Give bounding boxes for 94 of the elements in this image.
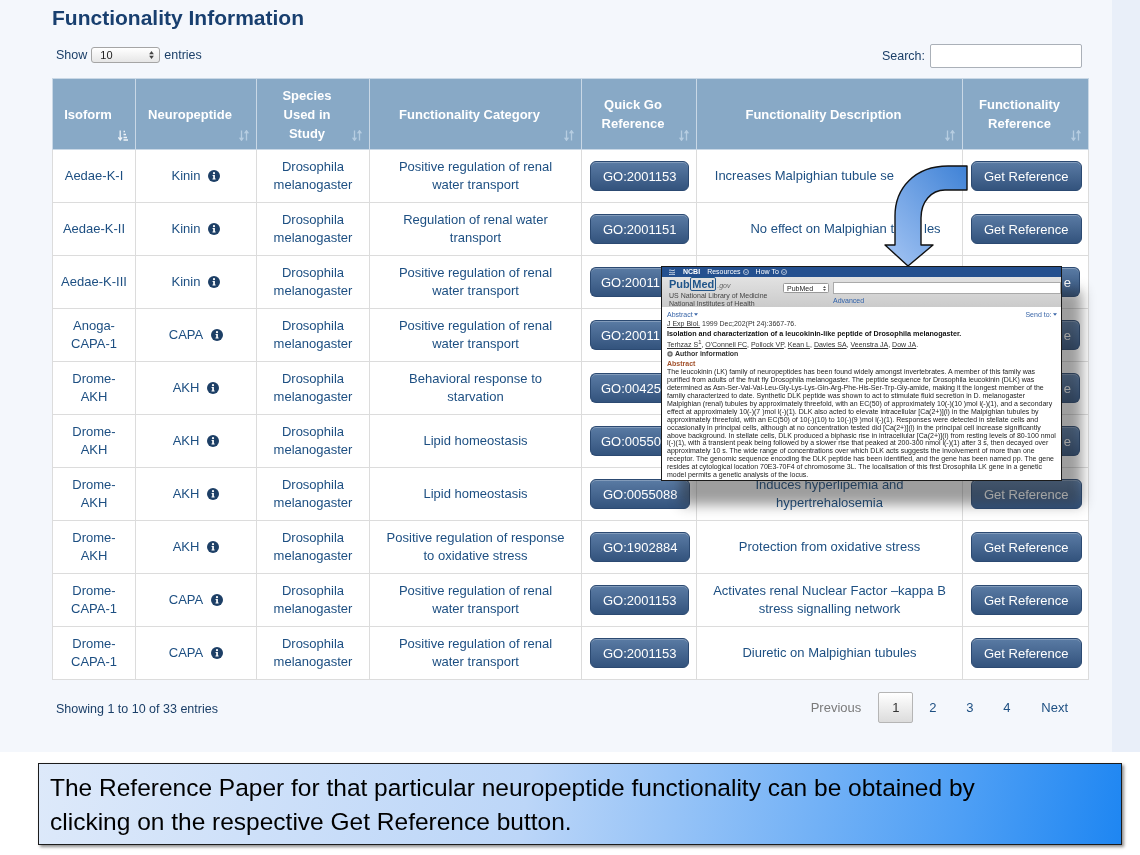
table-info: Showing 1 to 10 of 33 entries	[55, 702, 218, 716]
page-button[interactable]: 2	[915, 692, 951, 723]
neuropeptide-label: CAPA	[168, 326, 204, 344]
updown-icon	[823, 285, 826, 291]
info-icon[interactable]	[207, 488, 220, 500]
table-cell: Drosophila melanogaster	[256, 467, 370, 521]
go-term-button[interactable]: GO:2001151	[590, 214, 690, 244]
info-icon[interactable]	[211, 594, 224, 606]
page-button[interactable]: 4	[989, 692, 1025, 723]
table-cell: Positive regulation of renal water transport	[369, 626, 582, 680]
table-cell: Drosophila melanogaster	[256, 626, 370, 680]
wave-logo-icon	[668, 269, 676, 275]
table-cell: Drome-AKH	[52, 361, 136, 415]
go-term-button[interactable]: GO:20011	[590, 320, 662, 350]
go-term-button[interactable]: GO:1902884	[590, 532, 691, 562]
caret-icon	[1053, 312, 1057, 316]
table-cell: Positive regulation of response to oxidative stress	[369, 520, 582, 574]
go-term-button[interactable]: GO:2001153	[590, 585, 690, 615]
plus-circle-icon	[667, 351, 673, 358]
table-cell: Activates renal Nuclear Factor –kappa B stress signalling network	[696, 573, 963, 627]
info-icon[interactable]	[207, 435, 220, 447]
table-cell: Drosophila melanogaster	[256, 573, 370, 627]
go-term-button[interactable]: GO:2001153	[590, 161, 690, 191]
info-icon[interactable]	[208, 223, 221, 235]
neuropeptide-label: CAPA	[168, 591, 204, 609]
chevron-circle-icon	[742, 269, 749, 275]
table-cell: Lipid homeostasis	[369, 414, 582, 468]
get-reference-button[interactable]: Get Reference	[971, 532, 1082, 562]
table-cell: Aedae-K-I	[52, 149, 136, 203]
search-field[interactable]	[833, 282, 1061, 294]
go-term-button[interactable]: GO:00425	[590, 373, 662, 403]
table-cell: Drosophila melanogaster	[256, 520, 370, 574]
table-cell: Positive regulation of renal water transport	[369, 573, 582, 627]
entries-label: entries	[164, 48, 202, 62]
neuropeptide-label: Kinin	[171, 273, 201, 291]
next-button[interactable]: Next	[1026, 692, 1083, 723]
table-cell: Drome-CAPA-1	[52, 573, 136, 627]
table-cell: Drosophila melanogaster	[256, 414, 370, 468]
table-cell-text: Increases Malpighian tubule se	[714, 167, 894, 185]
neuropeptide-label: Kinin	[171, 167, 201, 185]
neuropeptide-label: AKH	[172, 379, 200, 397]
page-button[interactable]: 1	[878, 692, 914, 723]
table-cell: Anoga-CAPA-1	[52, 308, 136, 362]
table-cell: Drome-AKH	[52, 520, 136, 574]
info-icon[interactable]	[208, 170, 221, 182]
search-label: Search:	[881, 49, 925, 63]
info-icon[interactable]	[211, 329, 224, 341]
table-cell: Lipid homeostasis	[369, 467, 582, 521]
table-cell-text: No effect on Malpighian t	[750, 220, 894, 238]
info-icon[interactable]	[207, 382, 220, 394]
search-field[interactable]	[930, 44, 1082, 68]
neuropeptide-label: Kinin	[171, 220, 201, 238]
table-cell: Positive regulation of renal water transport	[369, 308, 582, 362]
table-cell: Drosophila melanogaster	[256, 202, 370, 256]
get-reference-button[interactable]: Get Reference	[971, 161, 1082, 191]
table-cell: Positive regulation of renal water transport	[369, 255, 582, 309]
go-term-button[interactable]: GO:00550	[590, 426, 662, 456]
get-reference-button[interactable]: Get Reference	[971, 638, 1082, 668]
table-cell: Behavioral response to starvation	[369, 361, 582, 415]
chevron-circle-icon	[780, 269, 787, 275]
go-term-button[interactable]: GO:2001153	[590, 638, 690, 668]
info-icon[interactable]	[208, 276, 221, 288]
go-term-button[interactable]: GO:20011	[590, 267, 662, 297]
table-cell: Protection from oxidative stress	[696, 520, 963, 574]
updown-icon	[149, 51, 155, 59]
table-cell: Drosophila melanogaster	[256, 255, 370, 309]
get-reference-button[interactable]: Get Reference	[971, 479, 1082, 509]
table-cell: Drome-AKH	[52, 467, 136, 521]
show-label: Show	[56, 48, 88, 62]
table-cell: Aedae-K-III	[52, 255, 136, 309]
table-cell: Drome-CAPA-1	[52, 626, 136, 680]
info-icon[interactable]	[211, 647, 224, 659]
neuropeptide-label: AKH	[172, 485, 200, 503]
neuropeptide-label: AKH	[172, 538, 200, 556]
table-cell-text: les	[924, 220, 941, 238]
table-cell: Regulation of renal water transport	[369, 202, 582, 256]
page-button[interactable]: 3	[952, 692, 988, 723]
table-cell: Positive regulation of renal water transport	[369, 149, 582, 203]
page-title: Functionality Information	[52, 5, 305, 31]
neuropeptide-label: AKH	[172, 432, 200, 450]
go-term-button[interactable]: GO:0055088	[590, 479, 691, 509]
get-reference-button[interactable]: Get Reference	[971, 214, 1082, 244]
table-cell: Drosophila melanogaster	[256, 361, 370, 415]
caret-icon	[694, 312, 699, 316]
table-cell: Drosophila melanogaster	[256, 308, 370, 362]
page-length-select[interactable]: 10	[91, 47, 161, 63]
info-icon[interactable]	[207, 541, 220, 553]
neuropeptide-label: CAPA	[168, 644, 204, 662]
table-cell: Drome-AKH	[52, 414, 136, 468]
table-cell: Drosophila melanogaster	[256, 149, 370, 203]
table-cell: Diuretic on Malpighian tubules	[696, 626, 963, 680]
get-reference-button[interactable]: Get Reference	[971, 585, 1082, 615]
caption-box: The Reference Paper for that particular neuropeptide functionality can be obtained by clicking on the respective Get Reference button.	[38, 763, 1122, 845]
table-cell: Aedae-K-II	[52, 202, 136, 256]
